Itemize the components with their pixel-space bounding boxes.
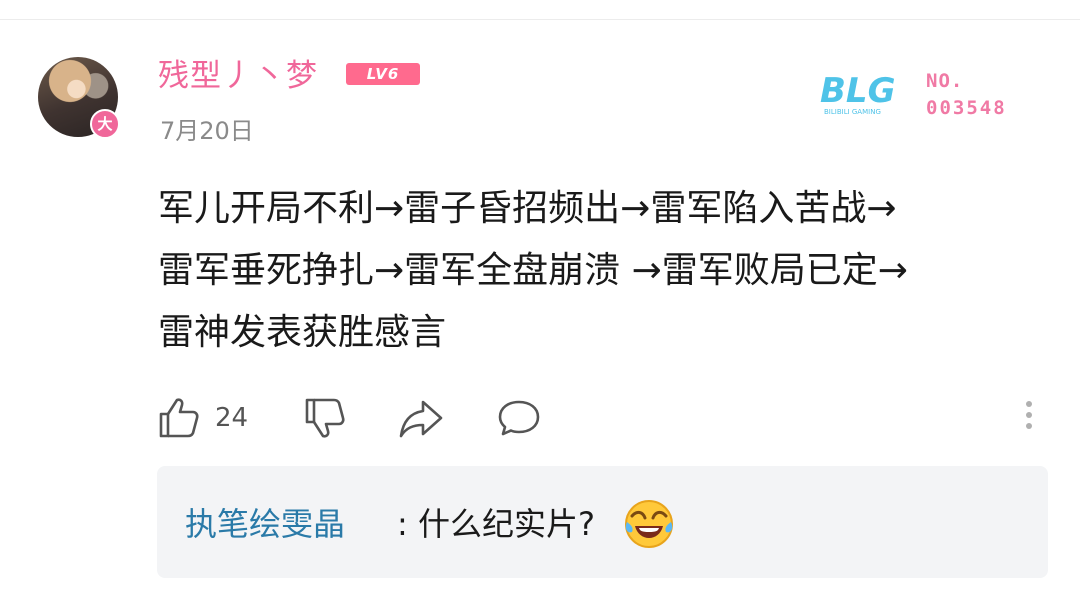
comment-line: 军儿开局不利→雷子昏招频出→雷军陷入苦战→ [158, 188, 897, 229]
level-badge: LV6 [346, 63, 420, 85]
comment-actions: 24 [155, 394, 1055, 442]
fan-badge[interactable]: BLG BILIBILI GAMING NO. 003548 [818, 68, 1028, 124]
thumbs-down-icon[interactable] [301, 394, 349, 442]
reply-preview[interactable]: 执笔绘雯晶 : 什么纪实片? [157, 466, 1048, 578]
fan-number-label: NO. [926, 70, 964, 92]
thumbs-up-icon[interactable] [155, 394, 203, 442]
reply-text: : 什么纪实片? [397, 505, 595, 543]
comment-date: 7月20日 [160, 117, 254, 145]
top-divider [0, 19, 1080, 20]
blg-logo-icon: BLG BILIBILI GAMING [820, 71, 896, 116]
like-count: 24 [215, 403, 249, 433]
comment-username[interactable]: 残型丿丶梦 [158, 55, 318, 97]
logo-subtext: BILIBILI GAMING [824, 108, 881, 116]
avatar-badge: 大 [90, 109, 120, 139]
comment-body: 军儿开局不利→雷子昏招频出→雷军陷入苦战→ 雷军垂死挣扎→雷军全盘崩溃 →雷军败… [158, 178, 1058, 364]
logo-text: BLG [820, 71, 896, 111]
reply-username[interactable]: 执笔绘雯晶 [185, 502, 345, 546]
more-vertical-icon[interactable] [1023, 398, 1035, 438]
fan-number-value: 003548 [926, 97, 1007, 119]
comment-line: 雷神发表获胜感言 [158, 312, 447, 353]
comment-bubble-icon[interactable] [495, 394, 543, 442]
share-icon[interactable] [397, 394, 445, 442]
laughing-tears-emoji-icon [625, 500, 673, 548]
comment-line: 雷军垂死挣扎→雷军全盘崩溃 →雷军败局已定→ [158, 250, 908, 291]
